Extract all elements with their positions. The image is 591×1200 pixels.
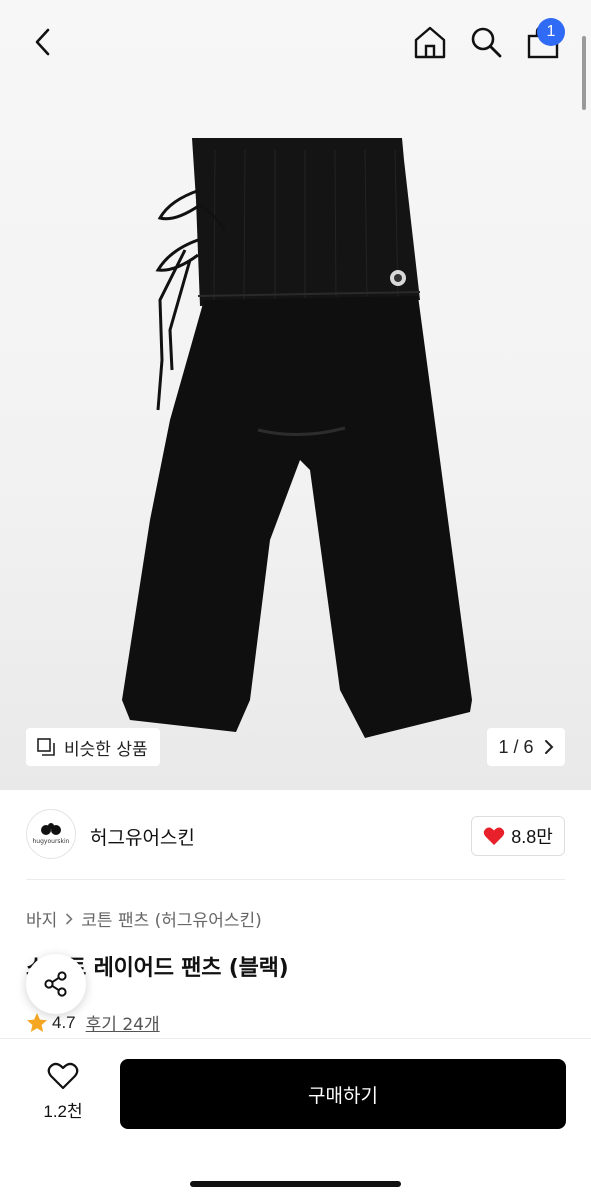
image-pager-button[interactable]: 1 / 6 xyxy=(487,728,565,766)
buy-button[interactable]: 구매하기 xyxy=(120,1059,566,1129)
heart-filled-icon xyxy=(483,827,505,845)
rating-row: 4.7 후기 24개 xyxy=(26,1010,160,1035)
wishlist-count: 1.2천 xyxy=(43,1102,83,1121)
brand-logo[interactable]: hugyourskin xyxy=(26,809,76,859)
product-photo-pants xyxy=(122,138,472,738)
share-button[interactable] xyxy=(26,954,86,1014)
chevron-right-icon xyxy=(66,912,73,925)
scrollbar[interactable] xyxy=(582,36,586,110)
chevron-left-icon xyxy=(35,28,50,56)
back-button[interactable] xyxy=(22,20,66,64)
rating-score: 4.7 xyxy=(52,1012,76,1032)
chevron-right-icon xyxy=(544,740,553,754)
page-indicator: 1 / 6 xyxy=(498,736,534,757)
brand-name-link[interactable]: 허그유어스킨 xyxy=(90,823,195,850)
breadcrumb-category[interactable]: 바지 xyxy=(26,906,57,931)
top-navigation-bar: 1 xyxy=(0,0,591,110)
reviews-link[interactable]: 후기 24개 xyxy=(86,1010,160,1035)
breadcrumb-subcategory[interactable]: 코튼 팬츠 (허그유어스킨) xyxy=(81,906,261,931)
wishlist-button[interactable]: 1.2천 xyxy=(30,1061,96,1131)
brand-like-count: 8.8만 xyxy=(511,827,553,847)
divider xyxy=(26,879,565,880)
home-indicator xyxy=(190,1181,401,1187)
star-icon xyxy=(27,1012,47,1032)
home-button[interactable] xyxy=(408,20,452,64)
bottom-purchase-bar: 1.2천 구매하기 xyxy=(0,1038,591,1200)
product-image-carousel[interactable] xyxy=(0,0,591,790)
similar-products-button[interactable]: 비슷한 상품 xyxy=(26,728,160,766)
heart-outline-icon xyxy=(47,1062,79,1090)
share-icon xyxy=(44,971,67,997)
similar-products-label: 비슷한 상품 xyxy=(64,739,148,760)
breadcrumb: 바지 코튼 팬츠 (허그유어스킨) xyxy=(26,906,262,931)
brand-like-button[interactable]: 8.8만 xyxy=(471,816,565,856)
search-button[interactable] xyxy=(464,20,508,64)
brand-logo-text: hugyourskin xyxy=(32,838,70,845)
home-icon xyxy=(414,26,446,59)
search-icon xyxy=(471,27,502,58)
brand-row: hugyourskin 허그유어스킨 8.8만 xyxy=(0,805,591,865)
stack-squares-icon xyxy=(37,738,55,756)
brand-logo-mark-icon xyxy=(41,823,61,835)
cart-count-badge: 1 xyxy=(537,18,565,46)
